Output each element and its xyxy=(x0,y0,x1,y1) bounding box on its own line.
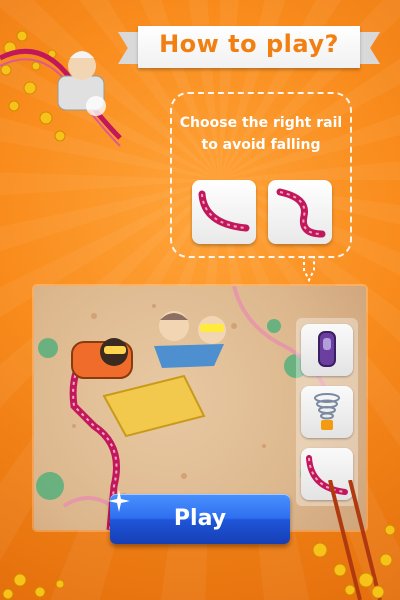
rail-option-s-curve xyxy=(268,180,332,244)
rail-choice-2[interactable] xyxy=(301,386,353,438)
rail-choice-1[interactable] xyxy=(301,324,353,376)
coins-decoration-left xyxy=(2,573,65,600)
bubble-tail xyxy=(303,256,315,283)
curved-rail-s-icon xyxy=(276,188,326,238)
rail-option-curve-down xyxy=(192,180,256,244)
purple-block-icon xyxy=(318,331,336,367)
spring-icon xyxy=(314,393,340,430)
title-ribbon: How to play? xyxy=(118,22,380,72)
curved-rail-down-icon xyxy=(198,190,250,232)
page-title: How to play? xyxy=(159,30,339,58)
play-button[interactable]: Play xyxy=(110,494,290,544)
sparkle-icon xyxy=(108,490,130,512)
coins-decoration-right xyxy=(312,480,396,600)
instruction-text: Choose the right rail to avoid falling xyxy=(179,115,343,153)
